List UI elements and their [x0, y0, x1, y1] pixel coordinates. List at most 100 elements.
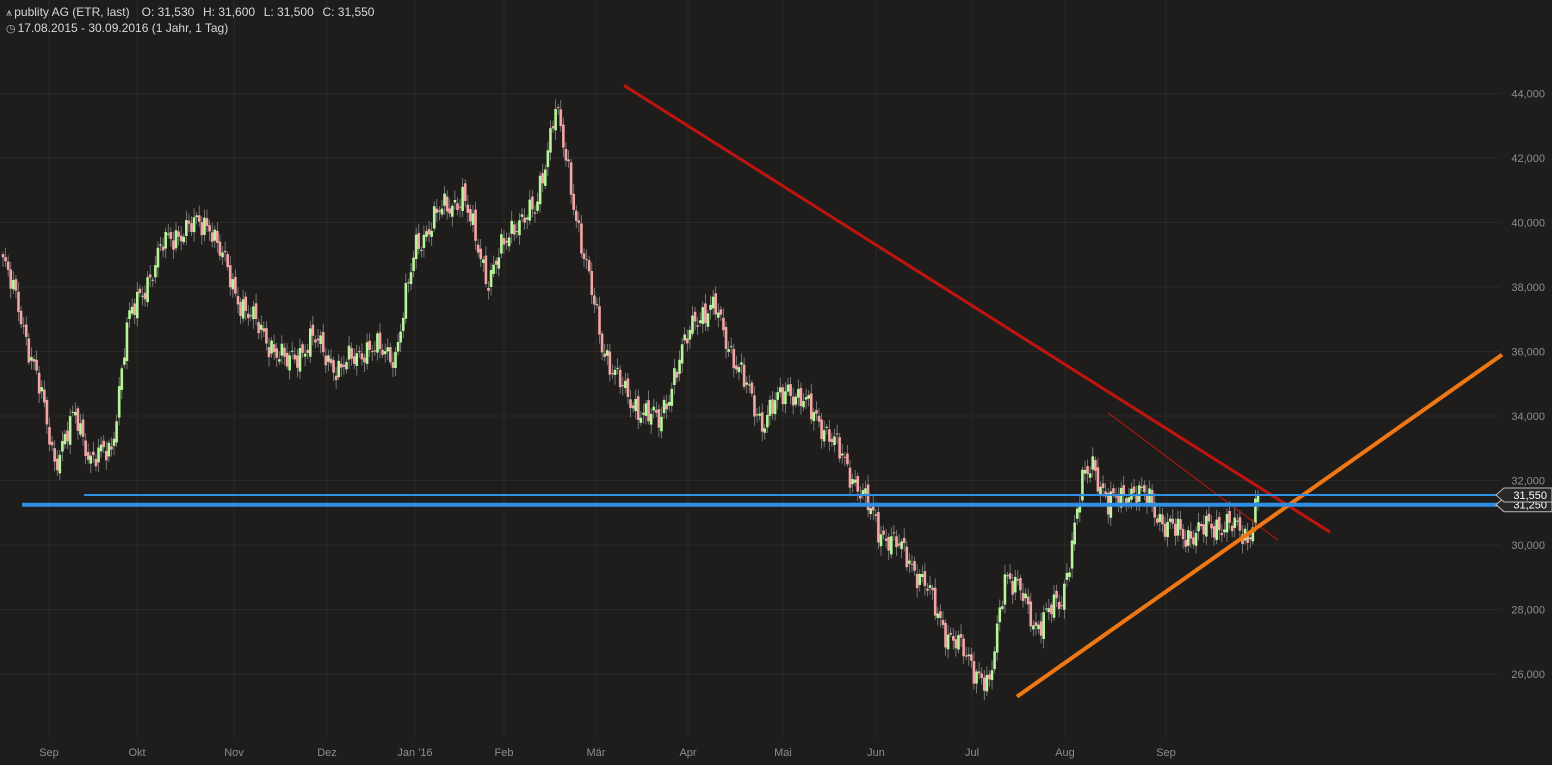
candle-body	[722, 317, 725, 331]
candle-body	[995, 623, 999, 653]
candle-body	[1127, 497, 1131, 503]
candle-body	[1019, 578, 1022, 591]
candle-body	[698, 320, 702, 323]
candle-body	[1202, 524, 1206, 535]
candle-body	[794, 396, 798, 405]
candle-body	[977, 671, 981, 674]
candle-body	[559, 109, 563, 127]
candle-body	[822, 430, 826, 442]
candle-body	[164, 231, 167, 249]
candle-body	[1194, 532, 1198, 546]
candle-body	[249, 315, 253, 317]
candle-body	[1256, 495, 1260, 503]
candle-body	[959, 634, 963, 638]
candle-body	[45, 400, 49, 425]
candle-body	[146, 277, 149, 303]
candle-body	[151, 279, 155, 281]
candle-body	[492, 264, 495, 274]
candle-body	[79, 423, 82, 435]
candle-body	[159, 244, 162, 246]
candle-body	[988, 674, 991, 680]
candle-body	[1236, 520, 1239, 522]
candle-body	[727, 349, 730, 352]
candle-body	[1176, 518, 1180, 536]
candle-body	[231, 279, 235, 290]
y-tick-label: 38,000	[1511, 282, 1545, 294]
candle-body	[797, 389, 800, 398]
candle-body	[177, 231, 180, 237]
candle-body	[652, 406, 656, 411]
candle-body	[500, 234, 503, 254]
candle-body	[360, 353, 364, 360]
candle-body	[680, 344, 684, 364]
candle-body	[58, 454, 62, 474]
candle-body	[128, 310, 131, 319]
candle-body	[786, 384, 790, 392]
candle-body	[86, 452, 90, 460]
candle-body	[203, 217, 206, 235]
candle-body	[1037, 624, 1040, 630]
candle-body	[724, 327, 728, 349]
candle-body	[1013, 576, 1017, 593]
x-tick-label: Jun	[867, 747, 885, 759]
candle-body	[1039, 621, 1043, 636]
candle-body	[1034, 622, 1038, 626]
candle-body	[456, 203, 459, 210]
candle-body	[931, 587, 934, 591]
candle-body	[887, 536, 891, 551]
chart-background	[0, 0, 1552, 765]
candle-body	[802, 400, 805, 408]
x-tick-label: Aug	[1055, 747, 1075, 759]
candle-body	[174, 230, 178, 249]
y-tick-label: 26,000	[1511, 669, 1545, 681]
candle-body	[789, 384, 792, 397]
candle-body	[130, 306, 134, 314]
candle-body	[874, 514, 878, 516]
candle-body	[55, 458, 59, 471]
candle-body	[567, 159, 570, 162]
candle-body	[923, 571, 927, 586]
candle-body	[166, 233, 170, 235]
candle-body	[487, 287, 490, 291]
candle-body	[213, 229, 217, 241]
chart-header: ⩚ publity AG (ETR, last) O: 31,530 H: 31,…	[6, 5, 376, 20]
candle-body	[66, 430, 69, 442]
candle-body	[223, 250, 227, 253]
candle-body	[949, 632, 953, 635]
candle-body	[27, 338, 31, 363]
candle-body	[577, 220, 581, 224]
candle-body	[1197, 522, 1200, 532]
candle-body	[435, 208, 439, 213]
candle-body	[538, 175, 542, 205]
candle-body	[897, 543, 901, 546]
candle-body	[970, 654, 973, 661]
candle-body	[298, 348, 302, 372]
candle-body	[422, 234, 426, 248]
candle-body	[791, 396, 795, 406]
candle-body	[138, 288, 142, 294]
candle-body	[1217, 516, 1221, 531]
candle-body	[99, 444, 103, 452]
candle-body	[370, 351, 374, 353]
candle-body	[265, 328, 268, 344]
candle-body	[40, 387, 44, 392]
candle-body	[445, 196, 449, 212]
candle-body	[704, 303, 707, 324]
candle-body	[936, 613, 940, 618]
candle-body	[48, 427, 51, 445]
candle-body	[784, 391, 787, 405]
candle-body	[466, 204, 470, 213]
candle-body	[1024, 593, 1027, 599]
candle-body	[345, 362, 348, 370]
candle-body	[1215, 519, 1218, 541]
candle-body	[729, 346, 733, 348]
candle-body	[120, 368, 124, 390]
y-tick-label: 30,000	[1511, 540, 1545, 552]
candle-body	[512, 224, 516, 235]
candle-body	[1003, 574, 1007, 605]
candle-body	[636, 396, 640, 420]
candle-body	[179, 235, 183, 242]
candle-body	[350, 348, 353, 359]
candle-body	[314, 339, 317, 343]
candle-body	[747, 384, 751, 386]
